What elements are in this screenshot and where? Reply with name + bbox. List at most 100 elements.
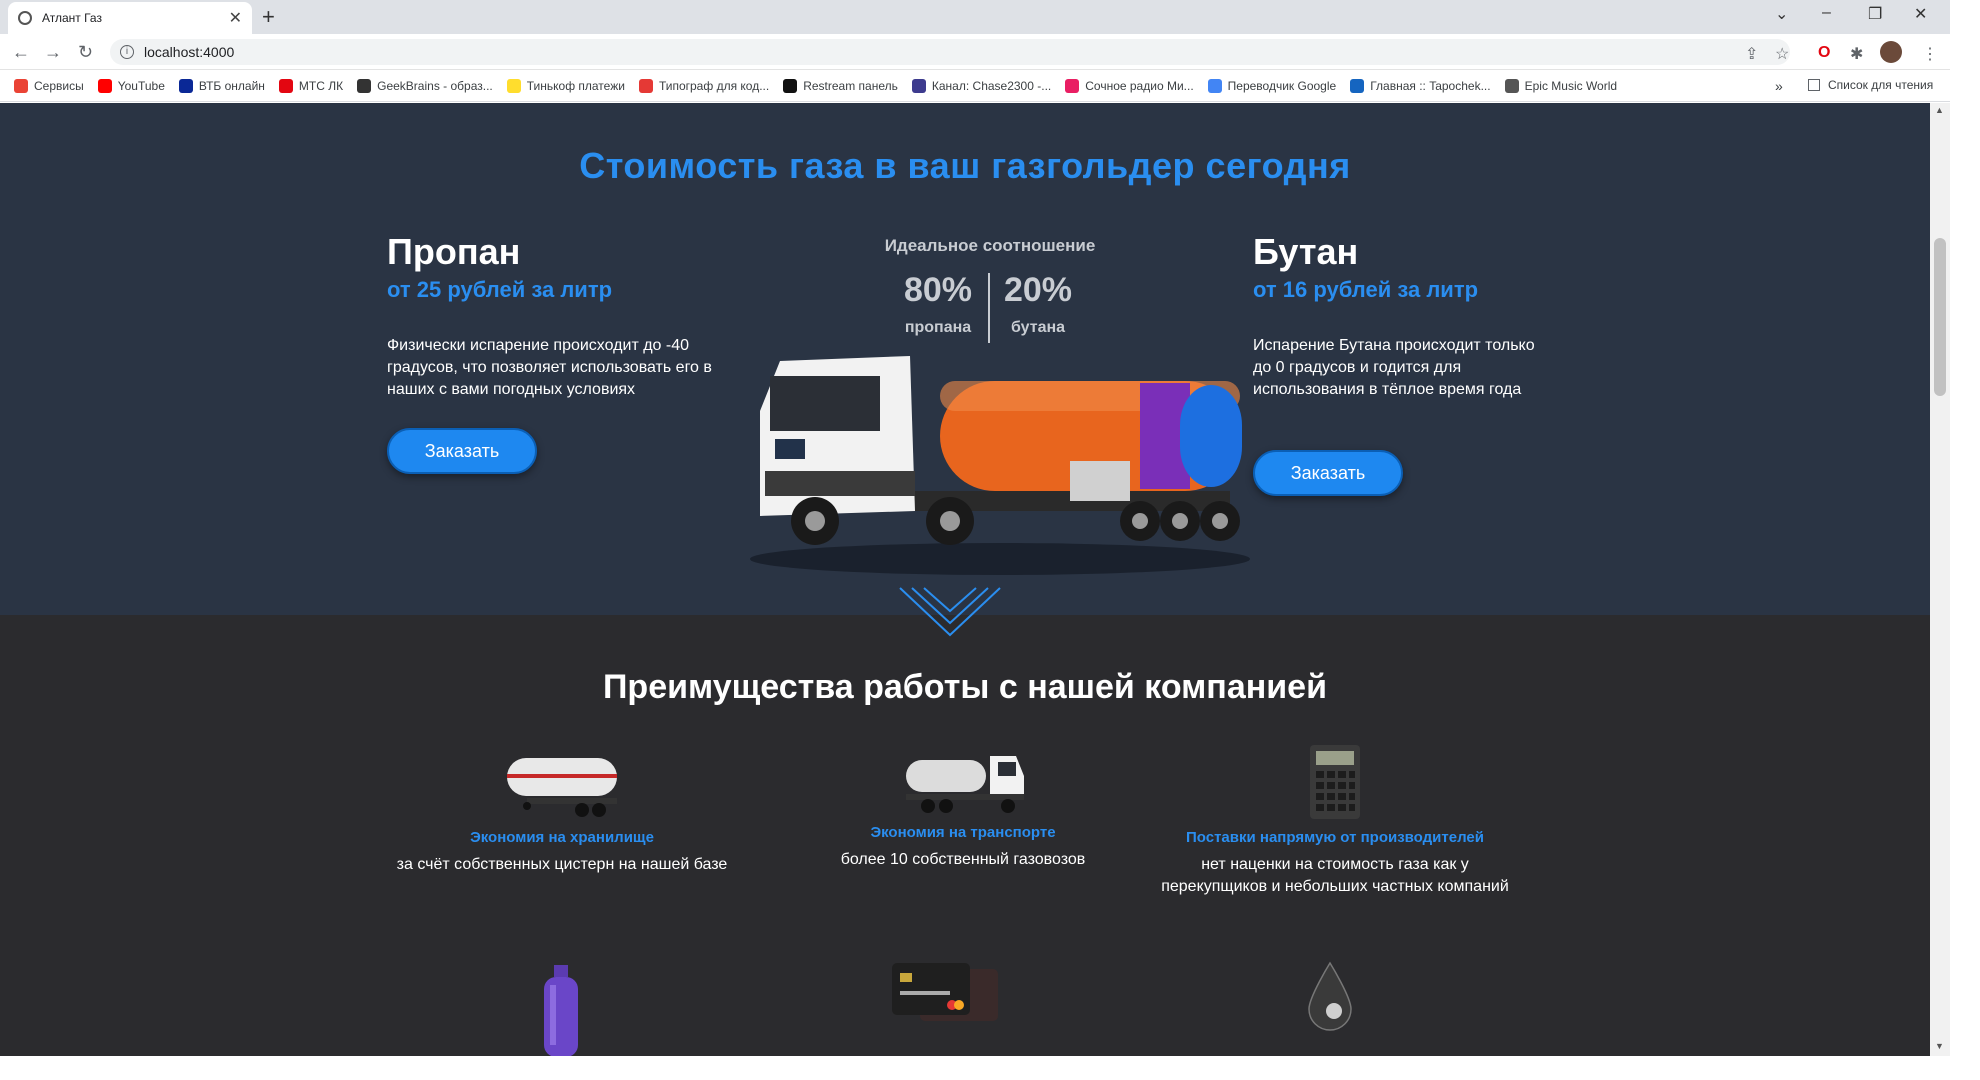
bookmark-favicon-icon [638, 78, 653, 93]
bookmark-favicon-icon [1350, 78, 1365, 93]
prices-section: Стоимость газа в ваш газгольдер сегодня … [0, 103, 1930, 615]
bookmark-favicon-icon [178, 78, 193, 93]
bookmark-item[interactable]: Тинькоф платежи [506, 78, 625, 93]
butane-name: Бутан [1253, 231, 1359, 272]
bookmark-item[interactable]: Главная :: Tapochek... [1350, 78, 1491, 93]
advantage-title: Экономия на хранилище [470, 829, 654, 846]
url-text: localhost:4000 [144, 44, 235, 60]
bookmark-item[interactable]: Сочное радио Ми... [1065, 78, 1194, 93]
ratio-propane-label: пропана [904, 319, 972, 336]
bookmarks-bar: Сервисы YouTube ВТБ онлайн МТС ЛК GeekBrains… [0, 70, 1950, 102]
back-icon[interactable]: ← [12, 42, 30, 63]
advantage-item: Поставки напрямую от производителей нет … [1155, 743, 1515, 898]
site-info-icon[interactable]: i [120, 45, 134, 59]
bookmark-item[interactable]: Типограф для код... [638, 78, 769, 93]
propane-order-button[interactable]: Заказать [387, 428, 537, 474]
advantages-title: Преимущества работы с нашей компанией [602, 668, 1327, 706]
browser-tab[interactable]: Атлант Газ ✕ [8, 2, 252, 34]
advantage-text: нет наценки на стоимость газа как у пере… [1161, 856, 1509, 895]
scroll-down-chevron-icon[interactable] [895, 583, 1005, 643]
reading-list-label: Список для чтения [1828, 78, 1934, 92]
extensions-puzzle-icon[interactable]: ✱ [1850, 44, 1863, 64]
butane-description: Испарение Бутана происходит только до 0 … [1253, 337, 1535, 398]
browser-toolbar: ← → ↻ i localhost:4000 ⇪ ☆ O ✱ ⋮ [0, 34, 1950, 70]
bookmark-label: Тинькоф платежи [526, 78, 625, 93]
bookmark-favicon-icon [506, 78, 521, 93]
advantage-title: Экономия на транспорте [870, 824, 1056, 841]
ratio-butane-value: 20% [1003, 271, 1073, 309]
bookmark-item[interactable]: Restream панель [783, 78, 898, 93]
ratio-divider [988, 273, 990, 343]
bookmark-favicon-icon [97, 78, 112, 93]
bookmarks-more-icon[interactable]: » [1775, 78, 1783, 94]
bookmark-label: Главная :: Tapochek... [1370, 78, 1491, 93]
bookmark-label: YouTube [117, 78, 165, 93]
browser-tabbar: Атлант Газ ✕ + ⌄ – ❐ ✕ [0, 0, 1950, 34]
bookmark-label: Epic Music World [1524, 78, 1618, 93]
close-window-icon[interactable]: ✕ [1914, 4, 1927, 24]
ratio-propane-value: 80% [903, 271, 973, 309]
new-tab-icon[interactable]: + [262, 4, 275, 30]
bookmark-item[interactable]: Канал: Chase2300 -... [911, 78, 1052, 93]
bookmark-favicon-icon [911, 78, 926, 93]
bookmark-label: Сервисы [34, 78, 84, 93]
advantage-title: Поставки напрямую от производителей [1186, 829, 1484, 846]
bookmark-item[interactable]: Epic Music World [1504, 78, 1618, 93]
profile-avatar[interactable] [1880, 41, 1902, 63]
reading-list-button[interactable]: Список для чтения [1808, 78, 1933, 92]
bookmark-item[interactable]: YouTube [97, 78, 165, 93]
advantage-text: за счёт собственных цистерн на нашей баз… [396, 856, 728, 873]
gas-truck-icon [906, 756, 1024, 813]
bookmark-item[interactable]: МТС ЛК [278, 78, 344, 93]
window-bottom-edge [0, 1056, 1980, 1080]
bookmark-star-icon[interactable]: ☆ [1775, 44, 1789, 64]
address-bar[interactable]: i localhost:4000 [110, 39, 1790, 65]
bookmark-favicon-icon [1065, 78, 1080, 93]
scroll-down-icon[interactable]: ▼ [1935, 1041, 1944, 1051]
bookmark-label: ВТБ онлайн [198, 78, 265, 93]
restore-icon[interactable]: ❐ [1868, 4, 1882, 24]
menu-kebab-icon[interactable]: ⋮ [1922, 44, 1938, 64]
propane-description: Физически испарение происходит до -40 гр… [387, 337, 712, 398]
minimize-icon[interactable]: – [1822, 4, 1831, 22]
bookmark-item[interactable]: Переводчик Google [1207, 78, 1337, 93]
ratio-butane-label: бутана [1010, 319, 1066, 336]
bookmark-label: Канал: Chase2300 -... [931, 78, 1052, 93]
scroll-up-icon[interactable]: ▲ [1935, 105, 1944, 115]
propane-price: от 25 рублей за литр [387, 277, 613, 302]
bookmark-label: GeekBrains - образ... [377, 78, 493, 93]
tab-search-icon[interactable]: ⌄ [1775, 4, 1788, 24]
scrollbar-thumb[interactable] [1934, 238, 1946, 396]
bookmark-favicon-icon [1207, 78, 1222, 93]
ratio-title: Идеальное соотношение [884, 236, 1096, 255]
bookmark-item[interactable]: GeekBrains - образ... [357, 78, 493, 93]
bookmark-favicon-icon [278, 78, 293, 93]
reading-list-icon [1808, 79, 1820, 91]
opera-extension-icon[interactable]: O [1818, 44, 1830, 62]
tab-title: Атлант Газ [42, 11, 102, 25]
bookmark-favicon-icon [1504, 78, 1519, 93]
prices-title: Стоимость газа в ваш газгольдер сегодня [579, 145, 1351, 186]
calculator-icon [1310, 745, 1360, 819]
page-scrollbar[interactable]: ▲ ▼ [1930, 103, 1950, 1056]
bookmark-favicon-icon [783, 78, 798, 93]
bookmark-favicon-icon [14, 78, 28, 93]
butane-price: от 16 рублей за литр [1253, 277, 1479, 302]
bookmark-favicon-icon [357, 78, 372, 93]
bookmark-item[interactable]: ВТБ онлайн [178, 78, 265, 93]
tank-trailer-icon [507, 758, 617, 817]
bookmark-item[interactable]: Сервисы [14, 78, 84, 93]
butane-order-button[interactable]: Заказать [1253, 450, 1403, 496]
bookmark-label: Сочное радио Ми... [1085, 78, 1194, 93]
bookmark-label: МТС ЛК [298, 78, 344, 93]
bookmark-label: Переводчик Google [1227, 78, 1337, 93]
close-tab-icon[interactable]: ✕ [229, 8, 242, 28]
oil-drop-icon [1308, 961, 1352, 1031]
advantage-text: более 10 собственный газовозов [840, 851, 1086, 868]
forward-icon[interactable]: → [44, 42, 62, 63]
advantage-item: Экономия на транспорте более 10 собствен… [783, 748, 1143, 871]
share-icon[interactable]: ⇪ [1745, 44, 1758, 64]
reload-icon[interactable]: ↻ [78, 42, 93, 63]
gas-truck-image [750, 356, 1250, 575]
site-favicon-icon [18, 11, 32, 25]
